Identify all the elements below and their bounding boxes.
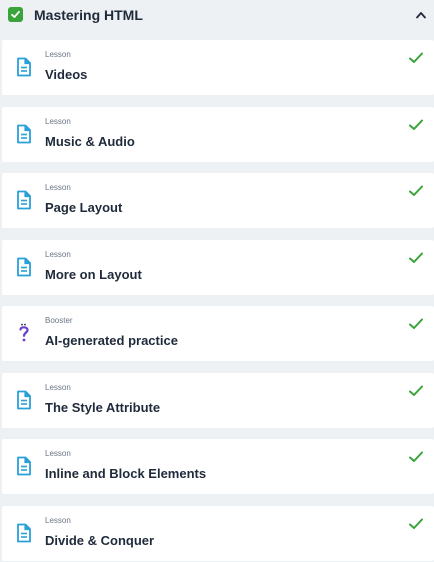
item-title: Videos bbox=[45, 67, 88, 82]
completed-check-icon bbox=[409, 52, 423, 63]
completed-check-icon bbox=[409, 252, 423, 263]
item-title: Music & Audio bbox=[45, 134, 135, 149]
lesson-item[interactable]: Lesson Page Layout bbox=[2, 173, 434, 228]
section-complete-checkbox[interactable] bbox=[8, 7, 23, 22]
lesson-item[interactable]: Lesson Divide & Conquer bbox=[2, 506, 434, 561]
item-type-label: Booster bbox=[45, 316, 73, 325]
lesson-item[interactable]: Lesson Videos bbox=[2, 40, 434, 95]
booster-question-icon bbox=[15, 323, 33, 343]
completed-check-icon bbox=[409, 119, 423, 130]
completed-check-icon bbox=[409, 185, 423, 196]
section-title: Mastering HTML bbox=[34, 7, 143, 23]
item-type-label: Lesson bbox=[45, 383, 71, 392]
item-title: Divide & Conquer bbox=[45, 533, 155, 548]
completed-check-icon bbox=[409, 385, 423, 396]
item-type-label: Lesson bbox=[45, 183, 71, 192]
lesson-item[interactable]: Booster AI-generated practice bbox=[2, 306, 434, 361]
lesson-document-icon bbox=[15, 257, 33, 277]
item-type-label: Lesson bbox=[45, 449, 71, 458]
completed-check-icon bbox=[409, 451, 423, 462]
lesson-item[interactable]: Lesson More on Layout bbox=[2, 240, 434, 295]
section-header[interactable]: Mastering HTML bbox=[0, 0, 434, 32]
lesson-document-icon bbox=[15, 124, 33, 144]
item-type-label: Lesson bbox=[45, 50, 71, 59]
lesson-item[interactable]: Lesson Music & Audio bbox=[2, 107, 434, 162]
check-icon bbox=[11, 10, 20, 18]
lesson-document-icon bbox=[15, 523, 33, 543]
item-title: Page Layout bbox=[45, 200, 123, 215]
lesson-item[interactable]: Lesson The Style Attribute bbox=[2, 373, 434, 428]
chevron-up-icon[interactable] bbox=[414, 8, 428, 22]
item-title: AI-generated practice bbox=[45, 333, 178, 348]
lesson-document-icon bbox=[15, 190, 33, 210]
lesson-document-icon bbox=[15, 57, 33, 77]
completed-check-icon bbox=[409, 518, 423, 529]
item-title: The Style Attribute bbox=[45, 400, 161, 415]
item-type-label: Lesson bbox=[45, 516, 71, 525]
item-type-label: Lesson bbox=[45, 250, 71, 259]
item-title: Inline and Block Elements bbox=[45, 466, 207, 481]
lesson-document-icon bbox=[15, 390, 33, 410]
lesson-item[interactable]: Lesson Inline and Block Elements bbox=[2, 439, 434, 494]
completed-check-icon bbox=[409, 318, 423, 329]
item-type-label: Lesson bbox=[45, 117, 71, 126]
lesson-document-icon bbox=[15, 456, 33, 476]
item-title: More on Layout bbox=[45, 267, 142, 282]
